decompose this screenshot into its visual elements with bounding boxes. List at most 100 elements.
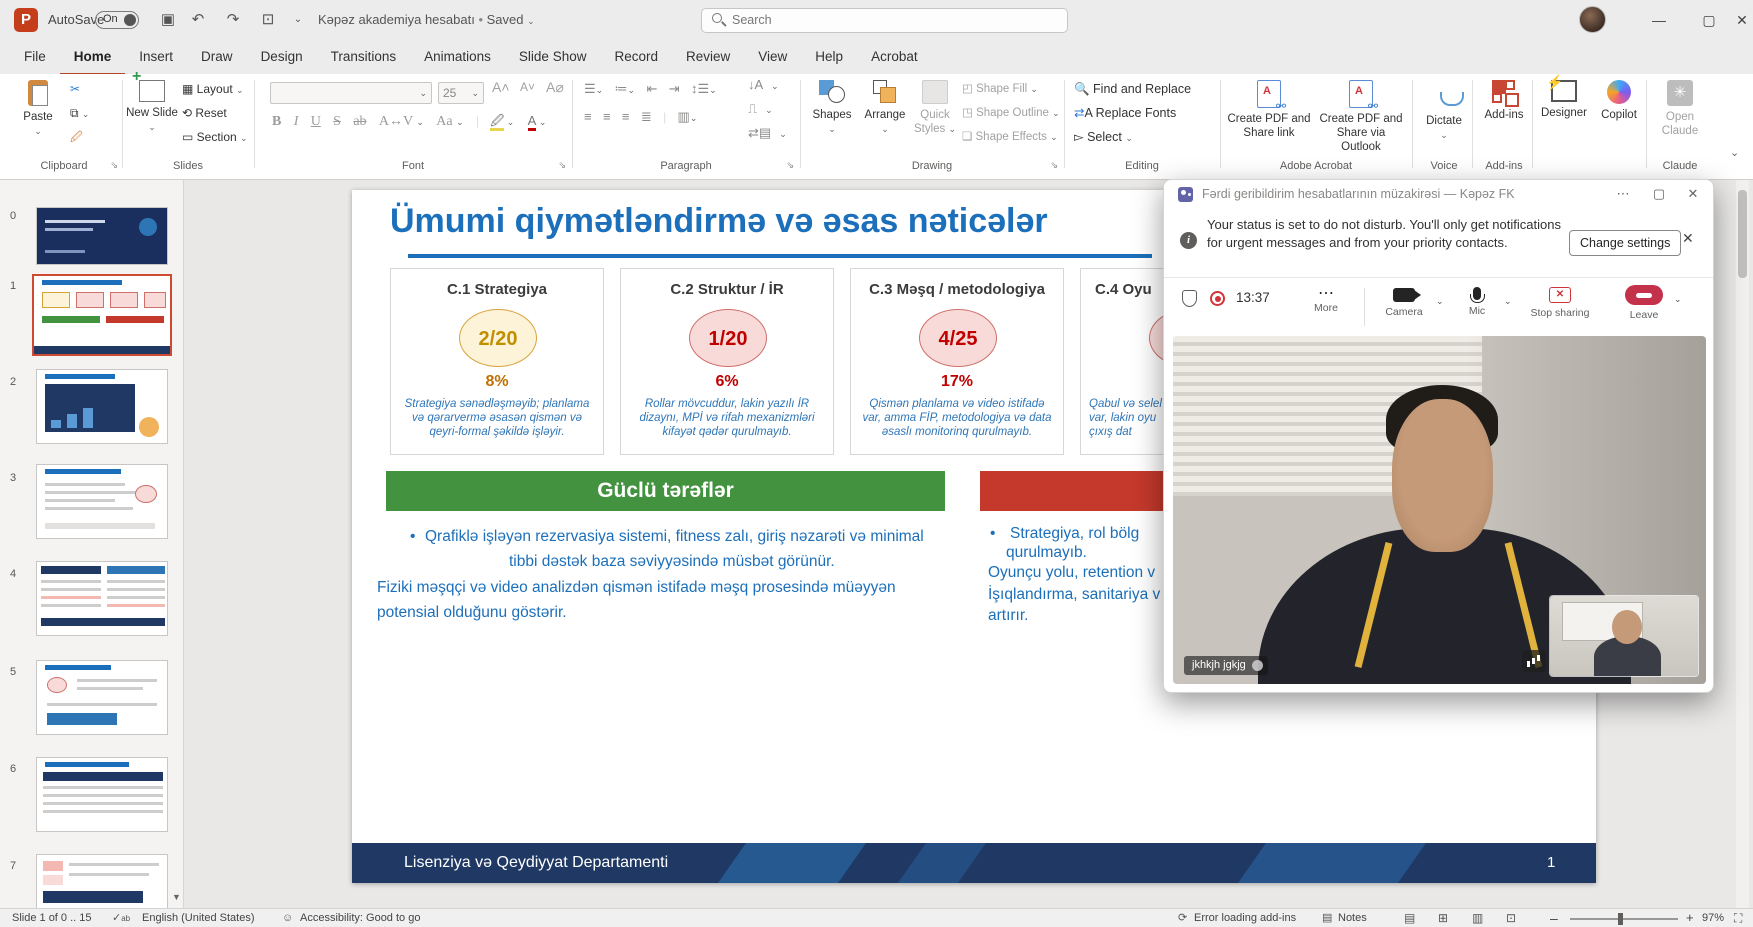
align-left-icon[interactable]: ≡ xyxy=(584,109,592,124)
powerpoint-app-icon[interactable]: P xyxy=(14,8,38,32)
paste-button[interactable]: Paste⌄ xyxy=(16,80,60,138)
normal-view-icon[interactable]: ▤ xyxy=(1404,909,1415,927)
tab-slide-show[interactable]: Slide Show xyxy=(505,40,601,73)
notes-icon[interactable]: ▤ xyxy=(1322,909,1332,927)
quick-styles-button[interactable]: Quick Styles ⌄ xyxy=(912,80,958,136)
notes-toggle[interactable]: Notes xyxy=(1338,909,1367,927)
document-title[interactable]: Kəpəz akademiya hesabatı • Saved ⌄ xyxy=(318,0,535,41)
leave-chevron-icon[interactable]: ⌄ xyxy=(1674,294,1682,305)
copilot-button[interactable]: Copilot xyxy=(1594,80,1644,122)
open-claude-button[interactable]: ✳ Open Claude xyxy=(1654,80,1706,138)
collapse-ribbon-icon[interactable]: ⌄ xyxy=(1730,146,1739,159)
convert-smartart-icon[interactable]: ⇄▤⌄ xyxy=(748,122,787,144)
notification-close-icon[interactable]: ✕ xyxy=(1682,230,1694,247)
paragraph-dialog-launcher-icon[interactable]: ⇘ xyxy=(786,160,794,171)
leave-button[interactable]: Leave xyxy=(1619,285,1669,317)
redo-icon[interactable]: ↷ xyxy=(220,8,246,32)
tab-design[interactable]: Design xyxy=(247,40,317,73)
zoom-in-icon[interactable]: + xyxy=(1686,909,1694,927)
cut-button[interactable]: ✂ xyxy=(70,78,80,100)
shapes-button[interactable]: Shapes⌄ xyxy=(808,80,856,136)
autosave-toggle[interactable]: On xyxy=(95,11,139,29)
zoom-out-icon[interactable]: – xyxy=(1550,909,1558,927)
bullets-icon[interactable]: ☰⌄ xyxy=(584,81,603,96)
slide-thumbnail-0[interactable] xyxy=(36,207,168,265)
shape-fill-button[interactable]: ◰ Shape Fill ⌄ xyxy=(962,78,1038,100)
weaknesses-line-1[interactable]: Strategiya, rol bölg xyxy=(1010,525,1139,543)
tab-file[interactable]: File xyxy=(10,40,60,73)
align-right-icon[interactable]: ≡ xyxy=(622,109,630,124)
format-painter-button[interactable]: 🖉 xyxy=(70,126,83,148)
camera-chevron-icon[interactable]: ⌄ xyxy=(1436,296,1444,307)
tab-record[interactable]: Record xyxy=(600,40,672,73)
weaknesses-line-5[interactable]: artırır. xyxy=(988,607,1028,625)
maximize-button[interactable]: ▢ xyxy=(1687,0,1731,40)
create-pdf-share-link-button[interactable]: Create PDF and Share link xyxy=(1226,80,1312,140)
replace-fonts-button[interactable]: ⇄A Replace Fonts xyxy=(1074,102,1176,124)
strengths-line-2[interactable]: tibbi dəstək baza səviyyəsində müsbət gö… xyxy=(509,553,835,571)
mic-button[interactable]: Mic xyxy=(1454,287,1500,312)
slide-thumbnail-3[interactable] xyxy=(36,464,168,539)
spell-check-icon[interactable]: ✓ab xyxy=(112,909,130,927)
teams-close-icon[interactable]: ✕ xyxy=(1675,180,1711,208)
slide-thumbnail-7[interactable] xyxy=(36,854,168,908)
arrange-button[interactable]: Arrange⌄ xyxy=(860,80,910,136)
numbering-icon[interactable]: ≔⌄ xyxy=(615,81,636,96)
fit-to-window-icon[interactable]: ⛶ xyxy=(1734,909,1742,927)
addins-button[interactable]: Add-ins xyxy=(1478,80,1530,122)
slide-thumbnail-1-selected[interactable] xyxy=(32,274,172,356)
language-indicator[interactable]: English (United States) xyxy=(142,909,255,927)
font-dialog-launcher-icon[interactable]: ⇘ xyxy=(558,160,566,171)
slide-footer-bar[interactable]: Lisenziya və Qeydiyyat Departamenti 1 xyxy=(352,843,1596,883)
shape-effects-button[interactable]: ❏ Shape Effects ⌄ xyxy=(962,126,1058,148)
tab-view[interactable]: View xyxy=(744,40,801,73)
underline-icon[interactable]: U xyxy=(311,114,321,129)
change-settings-button[interactable]: Change settings xyxy=(1569,230,1681,256)
tab-help[interactable]: Help xyxy=(801,40,857,73)
accessibility-icon[interactable]: ☺ xyxy=(282,909,293,927)
justify-icon[interactable]: ≣ xyxy=(641,109,652,124)
layout-button[interactable]: ▦ Layout ⌄ xyxy=(182,78,244,100)
clipboard-dialog-launcher-icon[interactable]: ⇘ xyxy=(110,160,118,171)
tab-draw[interactable]: Draw xyxy=(187,40,247,73)
participant-video-feed[interactable]: jkhkjh jgkjg xyxy=(1173,336,1706,684)
self-video-pip[interactable] xyxy=(1550,596,1698,676)
font-name-combo[interactable]: ⌄ xyxy=(270,82,432,104)
addin-error-icon[interactable]: ⟳ xyxy=(1178,909,1187,927)
weaknesses-line-2[interactable]: qurulmayıb. xyxy=(1006,544,1087,562)
increase-font-icon[interactable]: A˄ xyxy=(492,76,510,98)
slide-thumbnail-2[interactable] xyxy=(36,369,168,444)
score-card-struktur[interactable]: C.2 Struktur / İR 1/20 6% Rollar mövcudd… xyxy=(620,268,834,455)
select-button[interactable]: ▻ Select ⌄ xyxy=(1074,126,1133,148)
scrollbar-thumb[interactable] xyxy=(1738,190,1747,278)
font-size-combo[interactable]: 25⌄ xyxy=(438,82,484,104)
strengths-banner[interactable]: Güclü tərəflər xyxy=(386,471,945,511)
align-text-icon[interactable]: ⎍⌄ xyxy=(748,98,773,120)
slide-counter[interactable]: Slide 1 of 0 .. 15 xyxy=(12,909,92,927)
reset-button[interactable]: ⟲ Reset xyxy=(182,102,227,124)
change-case-icon[interactable]: Aa ⌄ xyxy=(436,114,463,129)
shadow-icon[interactable]: ab xyxy=(353,114,366,129)
strengths-line-4[interactable]: potensial olduğunu göstərir. xyxy=(377,604,567,622)
strengths-line-1[interactable]: Qrafiklə işləyən rezervasiya sistemi, fi… xyxy=(425,528,924,546)
slideshow-view-icon[interactable]: ⊡ xyxy=(1506,909,1516,927)
tab-transitions[interactable]: Transitions xyxy=(317,40,411,73)
thumbnail-scroll-down-icon[interactable]: ▼ xyxy=(172,892,181,902)
create-pdf-share-outlook-button[interactable]: Create PDF and Share via Outlook xyxy=(1316,80,1406,154)
undo-icon[interactable]: ↶ xyxy=(185,8,211,32)
close-button[interactable]: ✕ xyxy=(1731,0,1753,40)
decrease-font-icon[interactable]: A˅ xyxy=(520,76,535,98)
start-slideshow-icon[interactable]: ⊡ xyxy=(255,8,281,32)
find-replace-button[interactable]: 🔍 Find and Replace xyxy=(1074,78,1191,100)
tab-acrobat[interactable]: Acrobat xyxy=(857,40,932,73)
minimize-button[interactable]: — xyxy=(1637,0,1681,40)
stop-sharing-button[interactable]: ✕ Stop sharing xyxy=(1524,287,1596,315)
slide-thumbnail-5[interactable] xyxy=(36,660,168,735)
clear-formatting-icon[interactable]: A⌀ xyxy=(546,76,564,98)
weaknesses-line-3[interactable]: Oyunçu yolu, retention v xyxy=(988,564,1155,582)
more-button[interactable]: ⋯ More xyxy=(1304,286,1348,314)
designer-button[interactable]: Designer xyxy=(1536,80,1592,120)
camera-button[interactable]: Camera xyxy=(1379,288,1429,314)
strengths-line-3[interactable]: Fiziki məşqçi və video analizdən qismən … xyxy=(377,579,896,597)
increase-indent-icon[interactable]: ⇥ xyxy=(669,81,680,96)
